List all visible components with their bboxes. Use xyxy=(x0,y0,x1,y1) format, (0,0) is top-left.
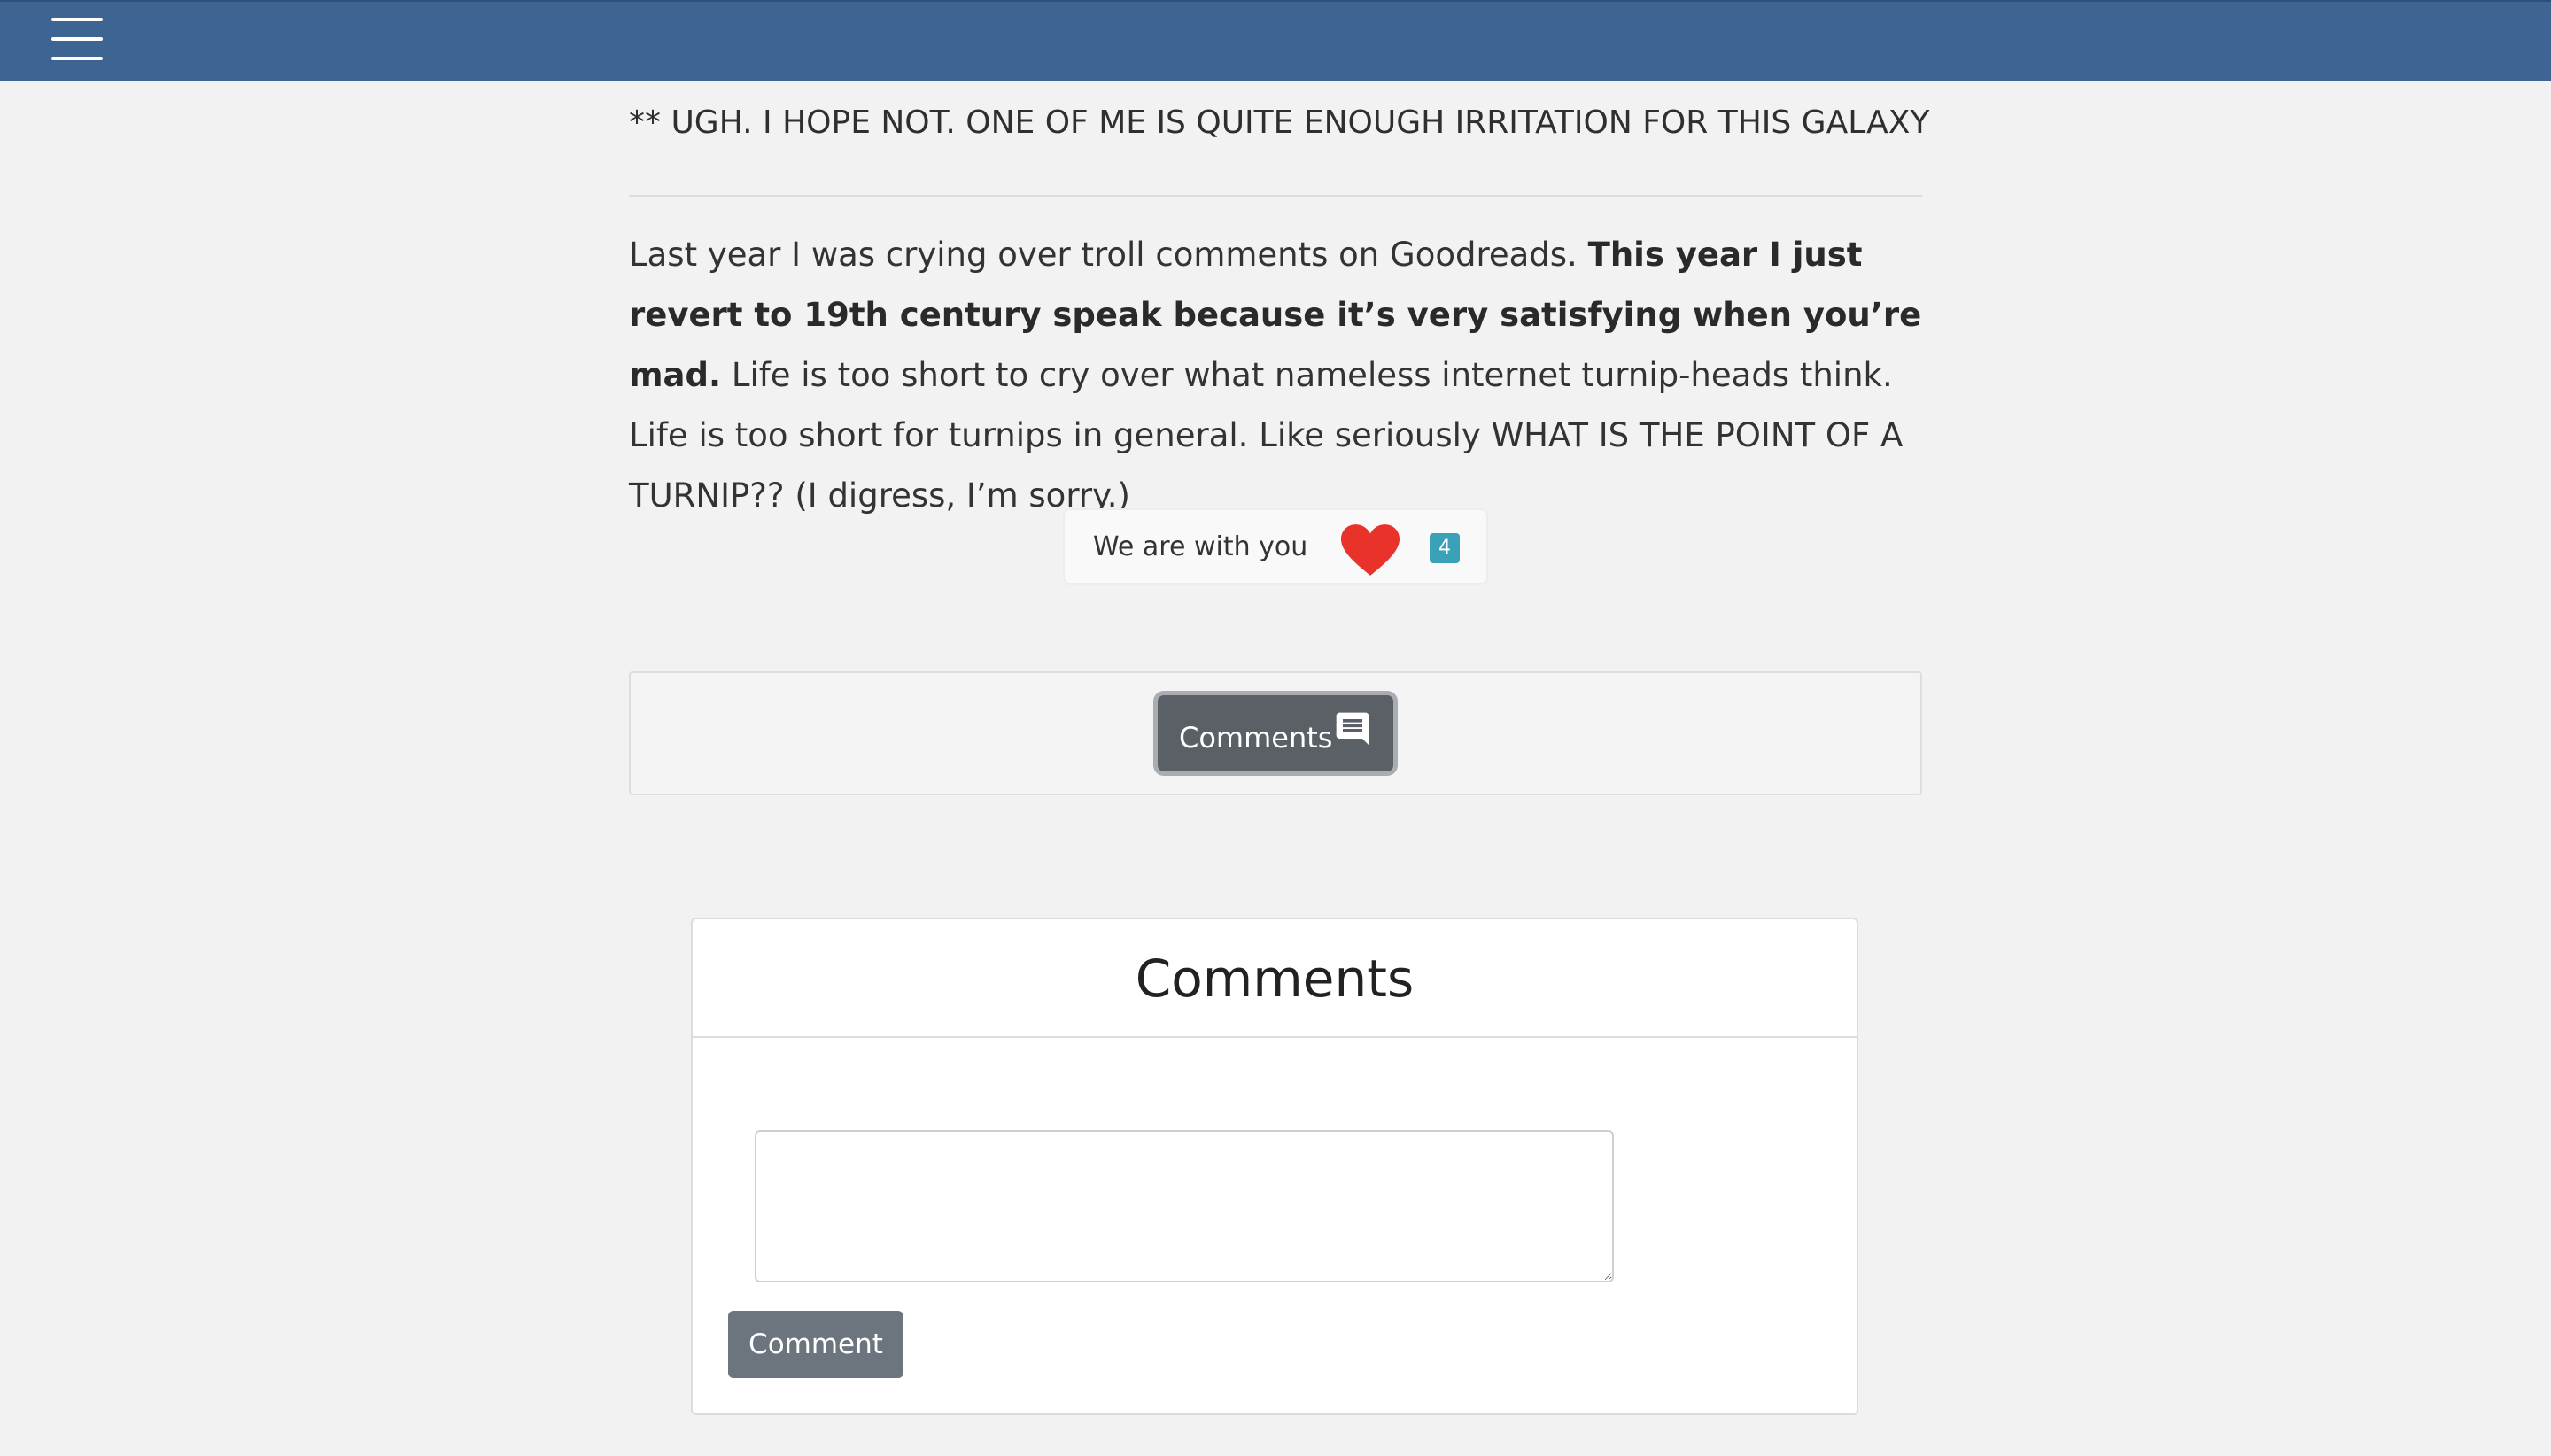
heart-icon xyxy=(1341,524,1400,576)
comments-card-header: Comments xyxy=(693,919,1857,1038)
paragraph-text-1: Last year I was crying over troll commen… xyxy=(629,236,1588,274)
reaction-count-badge: 4 xyxy=(1430,533,1460,563)
comment-textarea[interactable] xyxy=(755,1130,1614,1282)
galaxy-line: ** UGH. I HOPE NOT. ONE OF ME IS QUITE E… xyxy=(629,105,1930,141)
hamburger-menu-icon[interactable] xyxy=(51,18,105,64)
divider xyxy=(629,195,1922,197)
comment-submit-button[interactable]: Comment xyxy=(728,1311,903,1378)
article-paragraph: Last year I was crying over troll commen… xyxy=(629,225,1922,526)
paragraph-text-2: Life is too short to cry over what namel… xyxy=(629,356,1904,515)
comments-card: Comments Comment xyxy=(691,918,1858,1415)
top-navbar xyxy=(0,0,2551,81)
comments-toggle-label: Comments xyxy=(1179,721,1333,755)
comments-title: Comments xyxy=(1135,949,1415,1009)
we-are-with-you-button[interactable]: We are with you 4 xyxy=(1063,508,1488,585)
reaction-label: We are with you xyxy=(1093,531,1308,562)
comment-icon xyxy=(1336,712,1369,746)
comments-toggle-button[interactable]: Comments xyxy=(1153,691,1398,776)
